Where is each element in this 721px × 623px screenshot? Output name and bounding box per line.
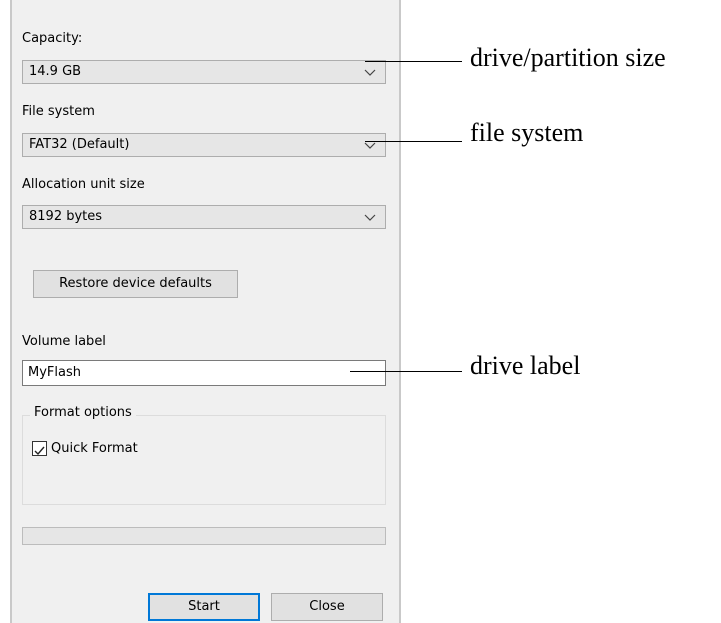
capacity-value: 14.9 GB bbox=[29, 64, 82, 79]
filesystem-label: File system bbox=[22, 104, 95, 119]
capacity-leader-line bbox=[365, 61, 462, 62]
volume-label-input[interactable]: MyFlash bbox=[22, 360, 386, 386]
restore-defaults-button[interactable]: Restore device defaults bbox=[33, 270, 238, 298]
chevron-down-icon bbox=[364, 214, 376, 221]
filesystem-leader-line bbox=[365, 141, 462, 142]
filesystem-dropdown[interactable]: FAT32 (Default) bbox=[22, 133, 386, 157]
allocation-label: Allocation unit size bbox=[22, 177, 145, 192]
close-button[interactable]: Close bbox=[271, 593, 383, 621]
start-button[interactable]: Start bbox=[148, 593, 260, 621]
filesystem-value: FAT32 (Default) bbox=[29, 137, 130, 152]
quick-format-label: Quick Format bbox=[51, 441, 138, 456]
chevron-down-icon bbox=[364, 69, 376, 76]
allocation-dropdown[interactable]: 8192 bytes bbox=[22, 205, 386, 229]
quick-format-checkbox[interactable] bbox=[32, 441, 47, 456]
allocation-value: 8192 bytes bbox=[29, 209, 103, 224]
filesystem-annotation: file system bbox=[470, 118, 584, 147]
capacity-dropdown[interactable]: 14.9 GB bbox=[22, 60, 386, 84]
volume-label-label: Volume label bbox=[22, 334, 106, 349]
capacity-annotation: drive/partition size bbox=[470, 43, 666, 72]
format-options-group bbox=[22, 415, 386, 505]
checkmark-icon bbox=[34, 446, 45, 456]
progress-bar bbox=[22, 527, 386, 545]
volume-leader-line bbox=[350, 371, 462, 372]
format-options-title: Format options bbox=[30, 405, 136, 420]
volume-annotation: drive label bbox=[470, 351, 581, 380]
chevron-down-icon bbox=[364, 142, 376, 149]
capacity-label: Capacity: bbox=[22, 31, 83, 46]
